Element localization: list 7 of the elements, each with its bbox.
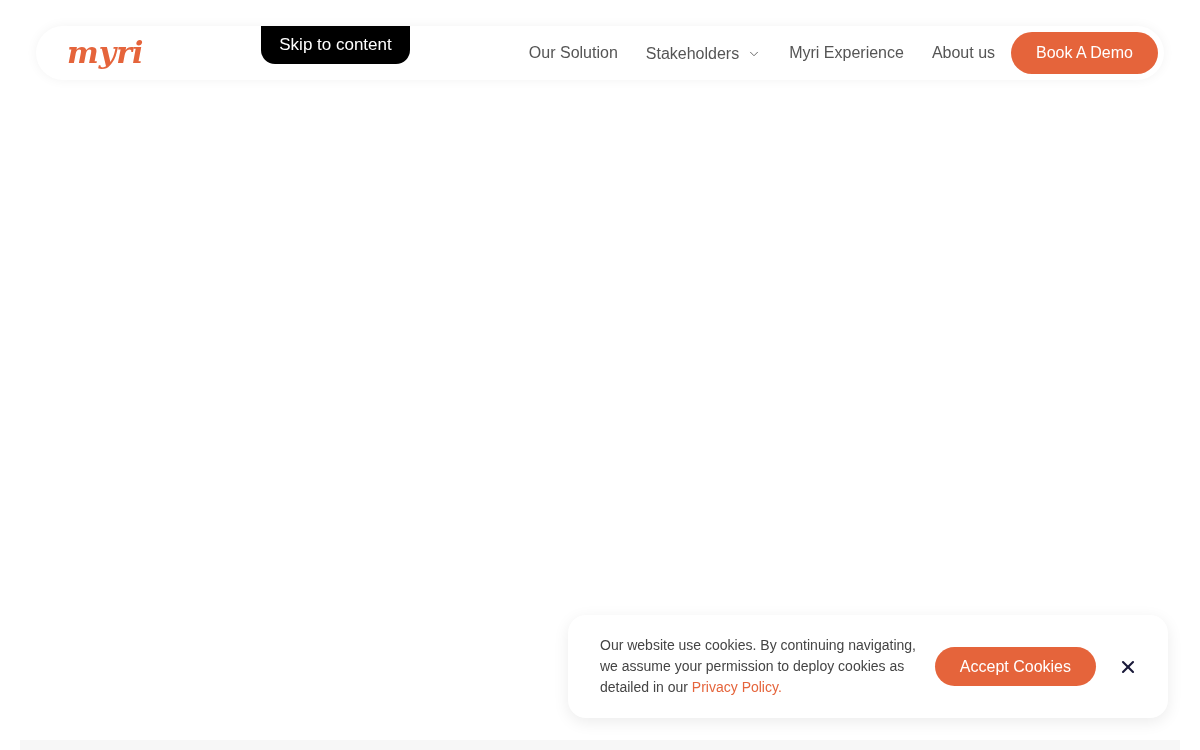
privacy-policy-link[interactable]: Privacy Policy.	[691, 679, 782, 695]
nav-dropdown[interactable]: Stakeholders	[645, 42, 762, 66]
nav-link[interactable]: Myri Experience	[789, 41, 904, 65]
cookie-message: Our website use cookies. By continuing navigating, we assume your permission to deploy cookies as detailed in our Privacy Policy.	[600, 636, 917, 697]
skip-link[interactable]: Skip to content	[261, 26, 410, 64]
nav-link[interactable]: About us	[931, 41, 996, 65]
nav-link[interactable]: Our Solution	[528, 41, 618, 65]
